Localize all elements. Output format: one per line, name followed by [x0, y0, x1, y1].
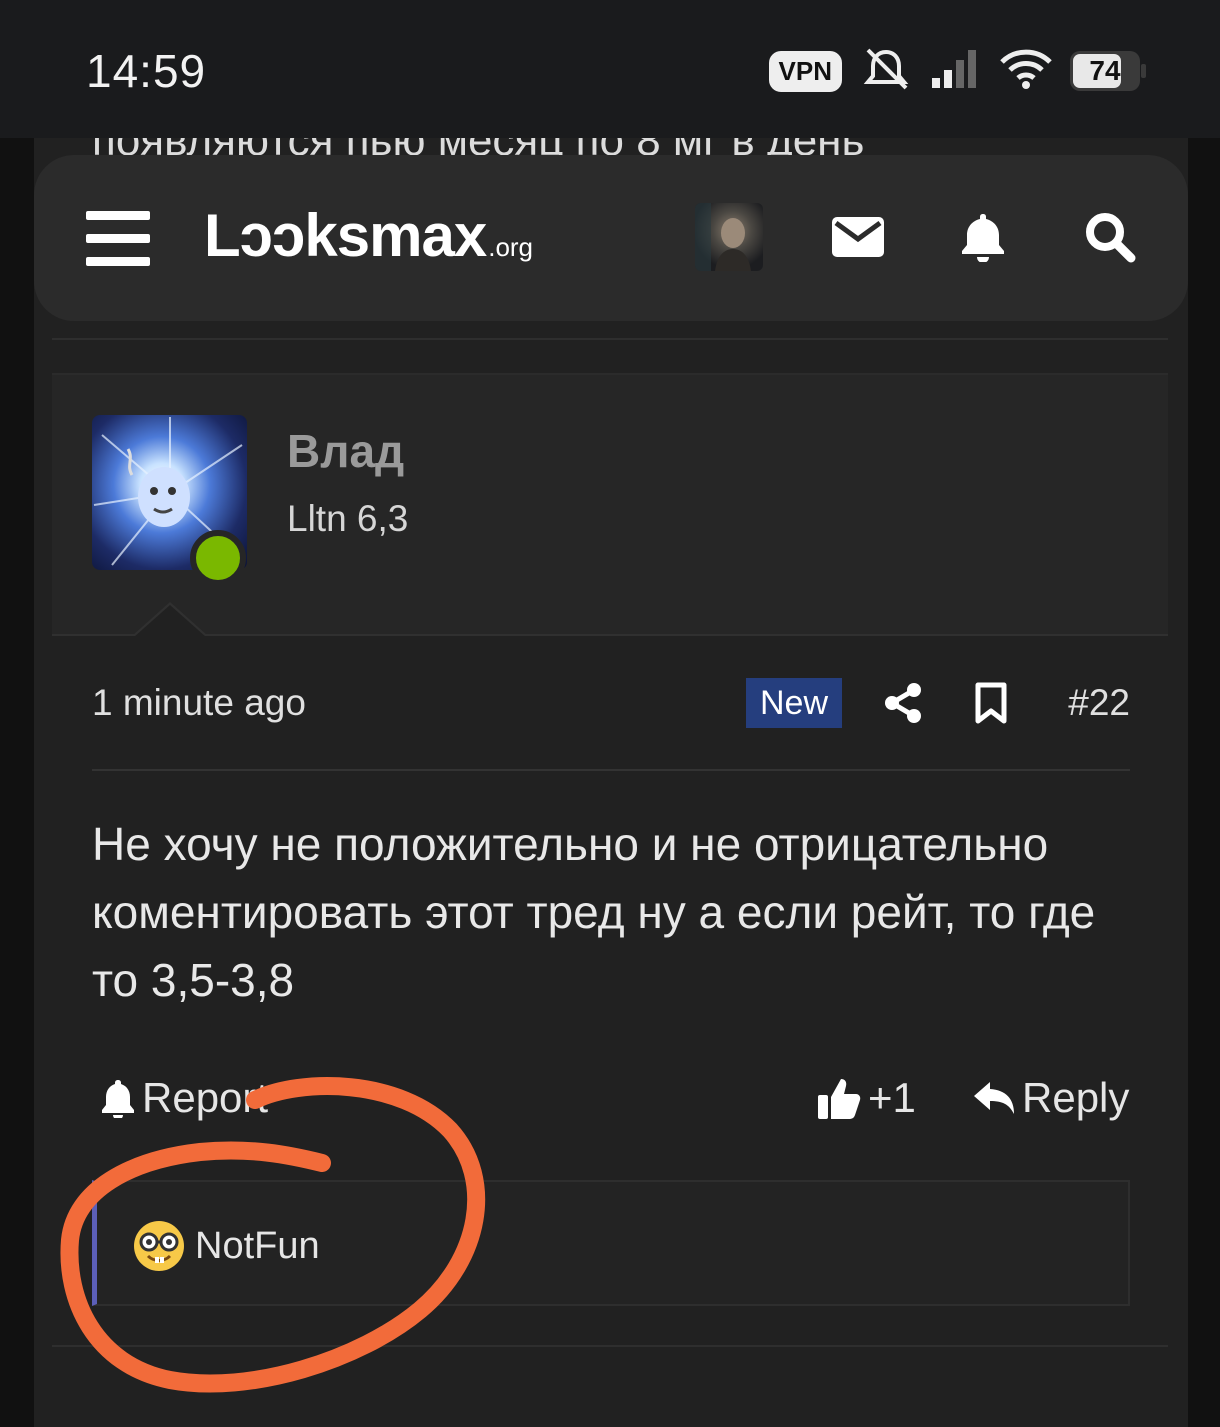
menu-icon[interactable] — [86, 211, 150, 267]
reply-label: Reply — [1022, 1074, 1130, 1121]
online-status-indicator — [190, 530, 246, 586]
reply-icon — [974, 1082, 1014, 1114]
report-button[interactable]: Report — [100, 1070, 268, 1126]
divider — [52, 1345, 1168, 1347]
envelope-icon[interactable] — [830, 209, 886, 265]
status-time: 14:59 — [86, 45, 207, 97]
status-bar: 14:59 VPN 74 — [0, 0, 1220, 138]
nerd-face-icon — [134, 1221, 184, 1271]
bell-icon — [102, 1080, 134, 1118]
like-button[interactable]: +1 — [816, 1070, 916, 1126]
report-label: Report — [142, 1074, 269, 1121]
divider — [92, 769, 1130, 771]
author-name[interactable]: Влад — [287, 424, 404, 478]
logo-text: Lɔɔksmax — [204, 202, 487, 269]
reactions-bar: NotFun — [92, 1180, 1130, 1306]
post-time[interactable]: 1 minute ago — [92, 682, 306, 724]
post-actions: Report +1 Reply — [92, 1070, 1130, 1126]
wifi-icon — [1000, 48, 1052, 95]
status-icons: VPN 74 — [768, 46, 1146, 97]
post-meta: 1 minute ago New #22 — [92, 678, 1130, 730]
signal-icon — [930, 48, 982, 95]
site-logo[interactable]: Lɔɔksmax .org — [204, 201, 533, 270]
reply-button[interactable]: Reply — [972, 1070, 1129, 1126]
site-header: Lɔɔksmax .org — [34, 155, 1188, 321]
like-count: +1 — [868, 1074, 916, 1121]
bookmark-icon[interactable] — [968, 680, 1014, 726]
mute-icon — [860, 46, 912, 97]
post-body: Не хочу не положительно и не отрицательн… — [92, 818, 1096, 1006]
reaction-label: NotFun — [195, 1224, 320, 1267]
vpn-icon: VPN — [768, 50, 842, 92]
reaction-item[interactable]: NotFun — [133, 1220, 320, 1272]
bell-icon[interactable] — [955, 209, 1011, 265]
logo-tld: .org — [488, 232, 534, 262]
divider — [52, 338, 1168, 340]
new-badge: New — [746, 678, 842, 728]
account-avatar[interactable] — [695, 203, 763, 271]
battery-icon: 74 — [1070, 51, 1146, 91]
post-number[interactable]: #22 — [1068, 682, 1130, 724]
page: 14:59 VPN 74 появляются пью месяц по 8 м… — [0, 0, 1220, 1427]
share-icon[interactable] — [880, 680, 926, 726]
thumbs-up-icon — [818, 1079, 861, 1119]
author-title: Lltn 6,3 — [287, 498, 409, 539]
battery-level: 74 — [1089, 55, 1121, 86]
search-icon[interactable] — [1082, 209, 1138, 265]
